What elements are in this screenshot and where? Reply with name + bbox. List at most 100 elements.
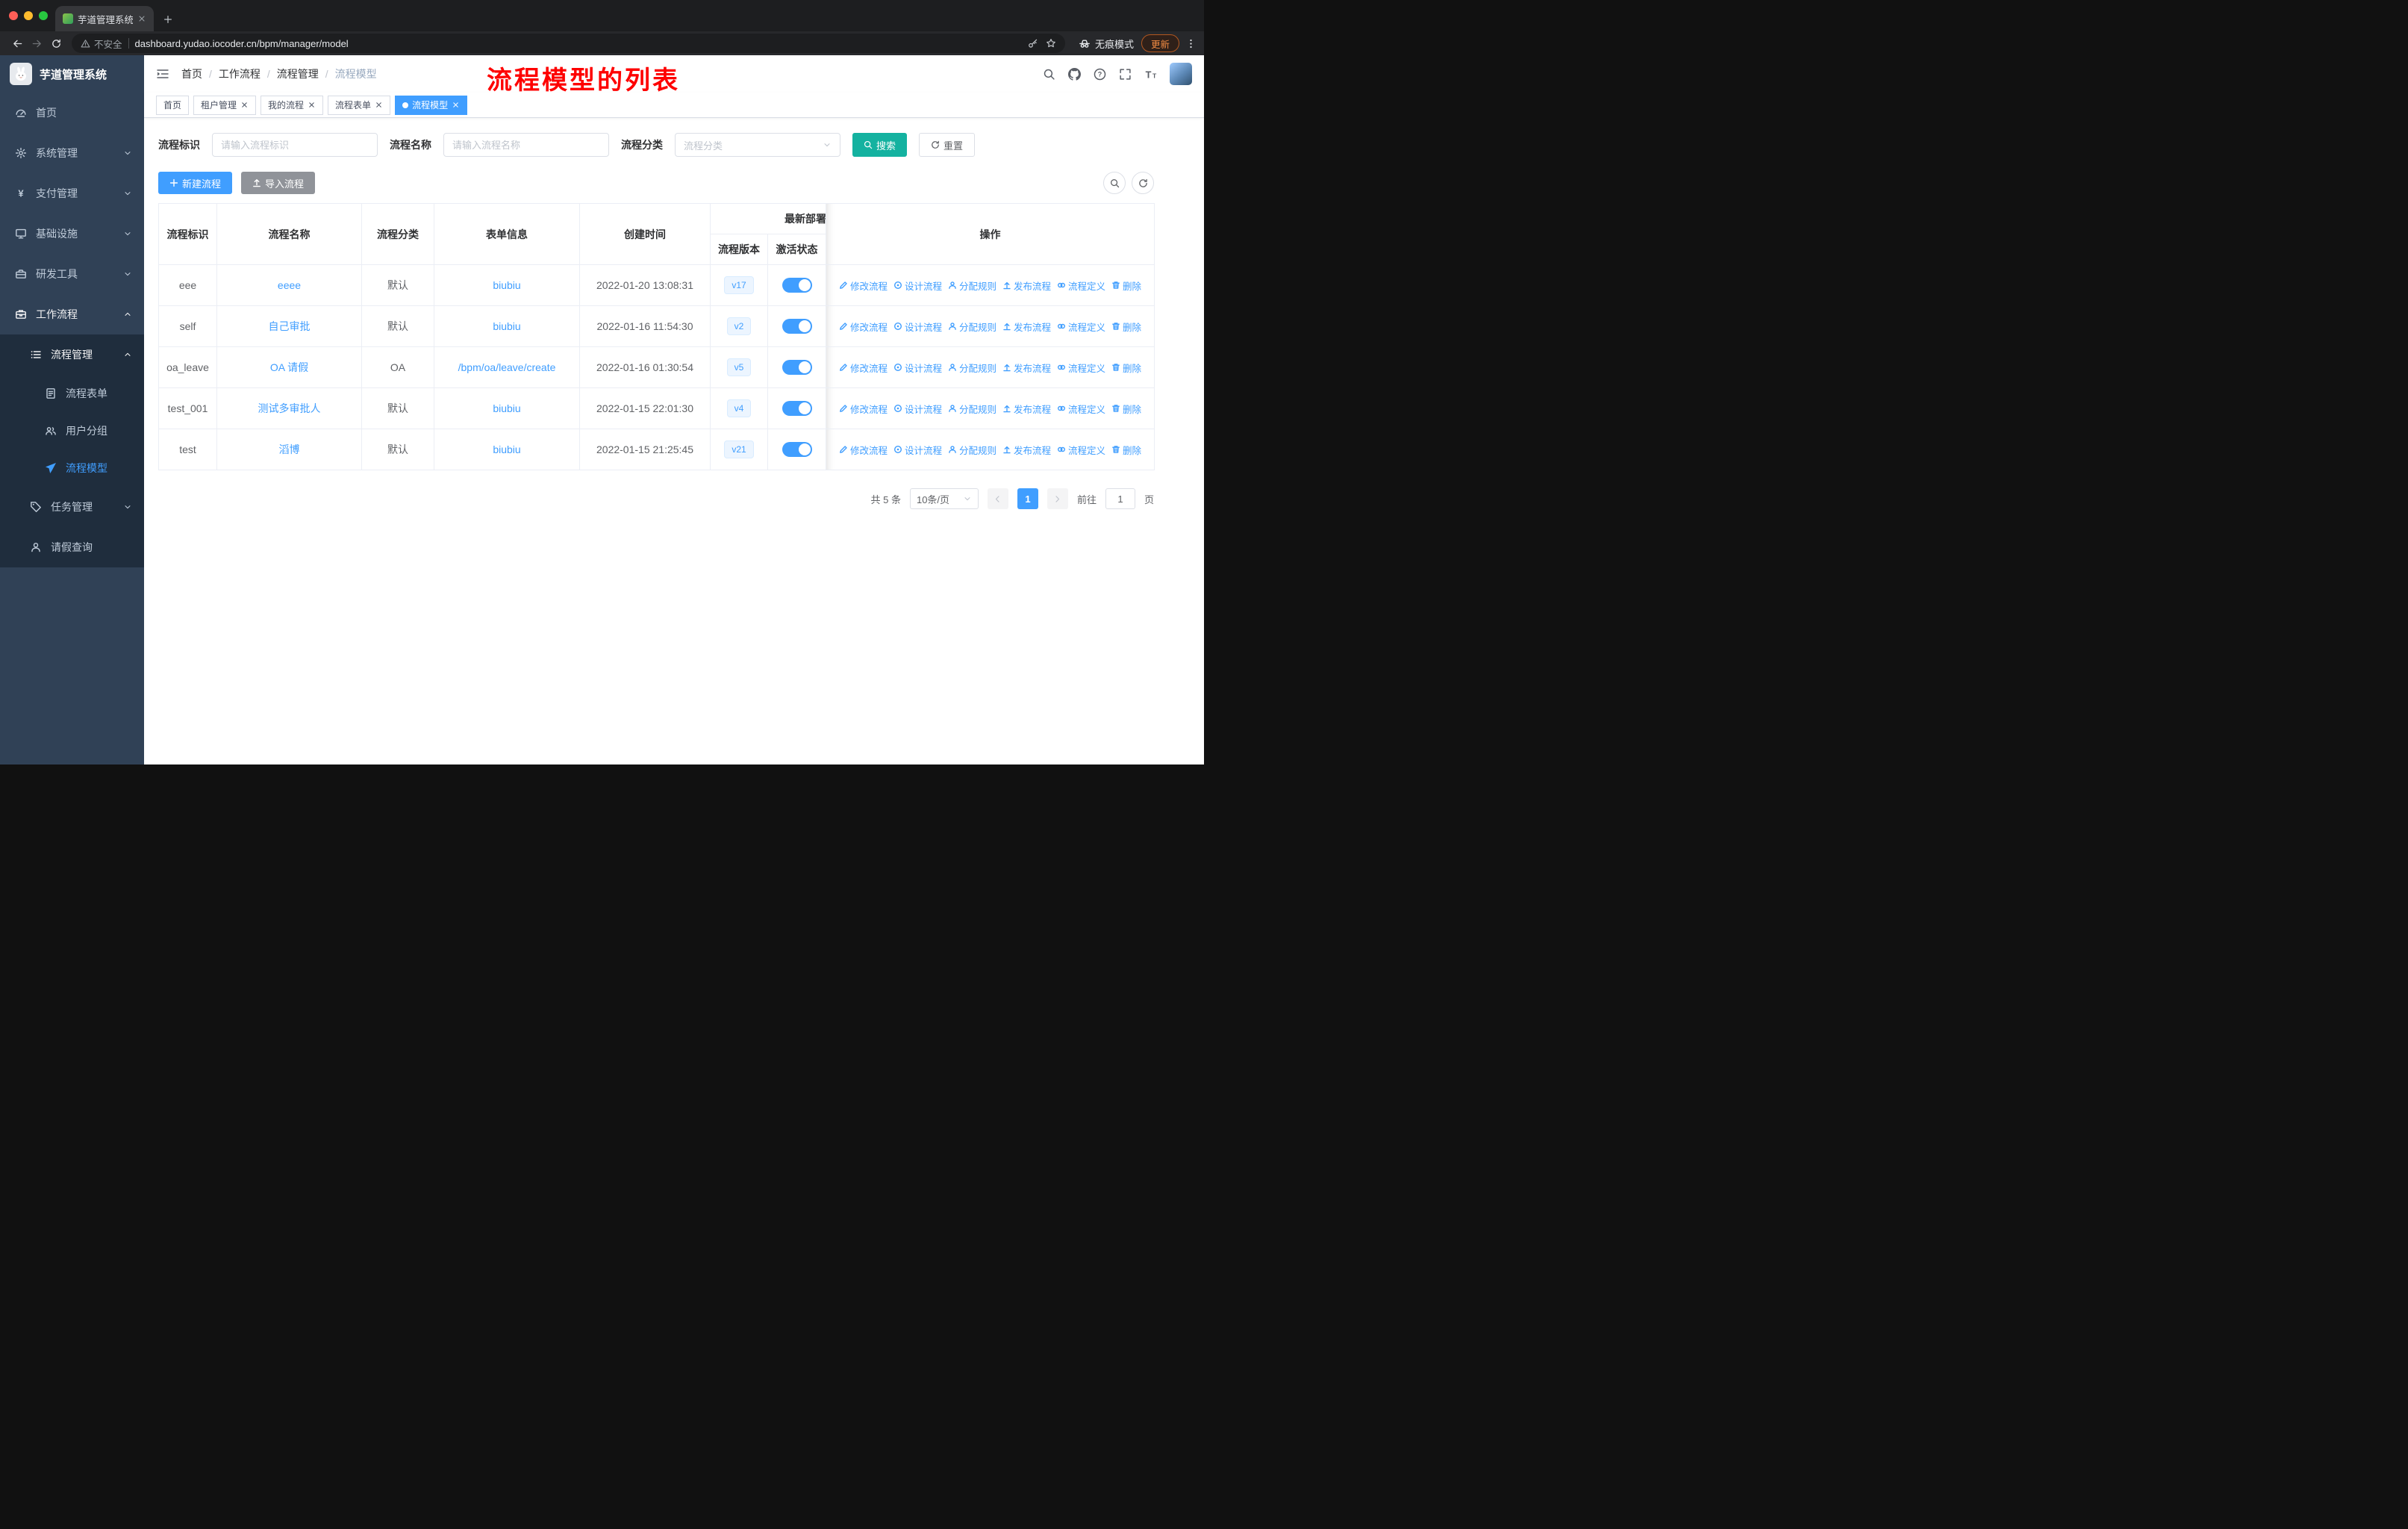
fullscreen-icon[interactable] [1119, 68, 1132, 81]
design-process-link[interactable]: 设计流程 [893, 443, 942, 457]
search-icon[interactable] [1043, 68, 1055, 81]
reset-button[interactable]: 重置 [919, 133, 976, 157]
version-badge[interactable]: v5 [726, 358, 752, 376]
active-toggle[interactable] [782, 360, 812, 375]
publish-process-link[interactable]: 发布流程 [1002, 443, 1051, 457]
sidebar-item-home[interactable]: 首页 [0, 93, 144, 133]
modify-process-link[interactable]: 修改流程 [839, 278, 888, 293]
window-minimize-button[interactable] [24, 11, 33, 20]
window-close-button[interactable] [9, 11, 18, 20]
help-icon[interactable]: ? [1094, 68, 1106, 81]
sidebar-item-infrastructure[interactable]: 基础设施 [0, 214, 144, 254]
delete-link[interactable]: 删除 [1111, 320, 1141, 334]
update-button[interactable]: 更新 [1141, 34, 1179, 52]
assign-rule-link[interactable]: 分配规则 [948, 443, 996, 457]
sidebar-item-process-model[interactable]: 流程模型 [0, 449, 144, 487]
active-toggle[interactable] [782, 401, 812, 416]
design-process-link[interactable]: 设计流程 [893, 402, 942, 416]
process-name-link[interactable]: 测试多审批人 [258, 402, 321, 414]
active-toggle[interactable] [782, 278, 812, 293]
user-avatar[interactable] [1170, 63, 1192, 85]
assign-rule-link[interactable]: 分配规则 [948, 402, 996, 416]
browser-tab[interactable]: 芋道管理系统 [55, 6, 154, 31]
process-category-select[interactable]: 流程分类 [675, 133, 840, 157]
refresh-table-button[interactable] [1132, 172, 1154, 194]
browser-menu-button[interactable] [1185, 38, 1197, 49]
delete-link[interactable]: 删除 [1111, 278, 1141, 293]
publish-process-link[interactable]: 发布流程 [1002, 278, 1051, 293]
modify-process-link[interactable]: 修改流程 [839, 361, 888, 375]
form-info-link[interactable]: biubiu [493, 402, 520, 414]
sidebar-item-task-management[interactable]: 任务管理 [0, 487, 144, 527]
assign-rule-link[interactable]: 分配规则 [948, 320, 996, 334]
password-manager-icon[interactable] [1028, 38, 1038, 49]
version-badge[interactable]: v2 [726, 317, 752, 335]
modify-process-link[interactable]: 修改流程 [839, 402, 888, 416]
process-definition-link[interactable]: 流程定义 [1057, 320, 1105, 334]
assign-rule-link[interactable]: 分配规则 [948, 361, 996, 375]
tag-home[interactable]: 首页 [156, 95, 190, 115]
form-info-link[interactable]: /bpm/oa/leave/create [458, 361, 556, 373]
back-button[interactable] [7, 38, 27, 49]
modify-process-link[interactable]: 修改流程 [839, 320, 888, 334]
breadcrumb-item[interactable]: 首页 [181, 66, 202, 81]
design-process-link[interactable]: 设计流程 [893, 320, 942, 334]
process-name-link[interactable]: OA 请假 [270, 361, 308, 373]
bookmark-star-icon[interactable] [1046, 38, 1056, 49]
new-tab-button[interactable] [163, 14, 173, 25]
goto-page-input[interactable] [1105, 488, 1135, 509]
assign-rule-link[interactable]: 分配规则 [948, 278, 996, 293]
design-process-link[interactable]: 设计流程 [893, 361, 942, 375]
modify-process-link[interactable]: 修改流程 [839, 443, 888, 457]
process-definition-link[interactable]: 流程定义 [1057, 443, 1105, 457]
publish-process-link[interactable]: 发布流程 [1002, 361, 1051, 375]
process-name-input[interactable] [443, 133, 609, 157]
tag-my-process[interactable]: 我的流程 [261, 95, 324, 115]
process-definition-link[interactable]: 流程定义 [1057, 361, 1105, 375]
process-id-input[interactable] [212, 133, 378, 157]
page-size-select[interactable]: 10条/页 [909, 488, 979, 509]
form-info-link[interactable]: biubiu [493, 443, 520, 455]
version-badge[interactable]: v21 [724, 440, 754, 458]
sidebar-item-payment-management[interactable]: ¥ 支付管理 [0, 173, 144, 214]
sidebar-item-leave-query[interactable]: 请假查询 [0, 527, 144, 567]
design-process-link[interactable]: 设计流程 [893, 278, 942, 293]
tag-close-icon[interactable] [240, 101, 249, 109]
sidebar-item-process-form[interactable]: 流程表单 [0, 375, 144, 412]
version-badge[interactable]: v4 [726, 399, 752, 417]
breadcrumb-item[interactable]: 工作流程 [219, 66, 261, 81]
sidebar-item-process-management[interactable]: 流程管理 [0, 334, 144, 375]
tag-close-icon[interactable] [452, 101, 460, 109]
import-process-button[interactable]: 导入流程 [241, 172, 316, 194]
toggle-search-button[interactable] [1103, 172, 1126, 194]
form-info-link[interactable]: biubiu [493, 320, 520, 332]
prev-page-button[interactable] [987, 488, 1008, 509]
active-toggle[interactable] [782, 319, 812, 334]
delete-link[interactable]: 删除 [1111, 402, 1141, 416]
publish-process-link[interactable]: 发布流程 [1002, 320, 1051, 334]
publish-process-link[interactable]: 发布流程 [1002, 402, 1051, 416]
forward-button[interactable] [27, 38, 46, 49]
sidebar-item-dev-tools[interactable]: 研发工具 [0, 254, 144, 294]
process-name-link[interactable]: 滔博 [279, 443, 300, 455]
breadcrumb-item[interactable]: 流程管理 [277, 66, 319, 81]
sidebar-item-workflow[interactable]: 工作流程 [0, 294, 144, 334]
url-text[interactable]: dashboard.yudao.iocoder.cn/bpm/manager/m… [135, 38, 349, 49]
create-process-button[interactable]: 新建流程 [158, 172, 233, 194]
current-page-button[interactable]: 1 [1017, 488, 1038, 509]
tag-process-form[interactable]: 流程表单 [328, 95, 391, 115]
process-definition-link[interactable]: 流程定义 [1057, 402, 1105, 416]
sidebar-item-system-management[interactable]: 系统管理 [0, 133, 144, 173]
tag-close-icon[interactable] [375, 101, 383, 109]
font-size-icon[interactable]: TT [1144, 68, 1157, 81]
form-info-link[interactable]: biubiu [493, 279, 520, 291]
delete-link[interactable]: 删除 [1111, 443, 1141, 457]
reload-button[interactable] [46, 38, 66, 49]
process-name-link[interactable]: eeee [278, 279, 301, 291]
version-badge[interactable]: v17 [724, 276, 754, 294]
address-bar[interactable]: 不安全 dashboard.yudao.iocoder.cn/bpm/manag… [72, 34, 1065, 53]
tag-tenant-management[interactable]: 租户管理 [193, 95, 257, 115]
sidebar-collapse-button[interactable] [156, 67, 169, 81]
delete-link[interactable]: 删除 [1111, 361, 1141, 375]
not-secure-label[interactable]: 不安全 [94, 37, 122, 51]
